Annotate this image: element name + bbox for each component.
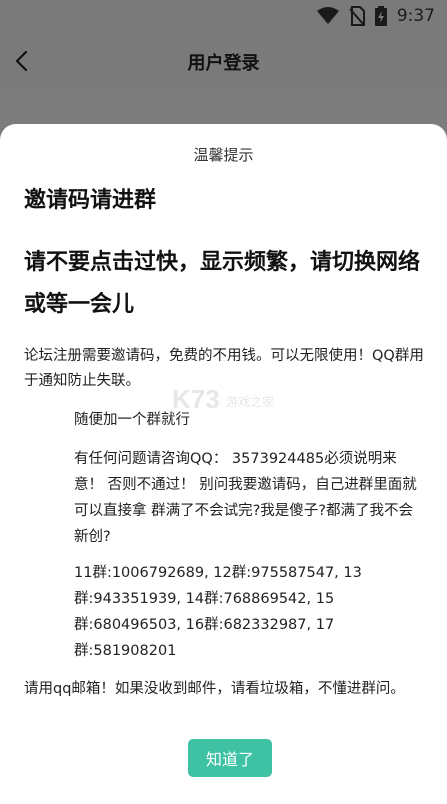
dialog-groups-text: 11群:1006792689, 12群:975587547, 13群:94335… [74, 565, 362, 659]
status-bar: 9:37 [0, 0, 447, 32]
dialog-email-text: 请用qq邮箱！如果没收到邮件，请看垃圾箱，不懂进群问。 [24, 681, 405, 697]
dialog-caption: 温馨提示 [193, 146, 254, 164]
dialog-warning: 请不要点击过快，显示频繁，请切换网络或等一会儿 [24, 250, 421, 317]
dialog-heading: 邀请码请进群 [24, 188, 157, 213]
svg-text:游戏之家: 游戏之家 [226, 394, 274, 409]
status-time: 9:37 [396, 6, 435, 26]
battery-charging-icon [374, 6, 387, 26]
notice-dialog: 温馨提示 邀请码请进群 请不要点击过快，显示频繁，请切换网络或等一会儿 论坛注册… [0, 124, 447, 804]
no-sim-icon [349, 6, 365, 26]
status-icons: 9:37 [316, 6, 435, 26]
app-bar: 用户登录 [0, 32, 447, 90]
confirm-button[interactable]: 知道了 [188, 739, 272, 777]
page-title: 用户登录 [187, 53, 260, 74]
dialog-contact-text: 有任何问题请咨询QQ： 3573924485必须说明来意！ 否则不通过！ 别问我… [74, 451, 417, 545]
wifi-icon [316, 7, 339, 24]
dialog-join-text: 随便加一个群就行 [74, 412, 190, 428]
